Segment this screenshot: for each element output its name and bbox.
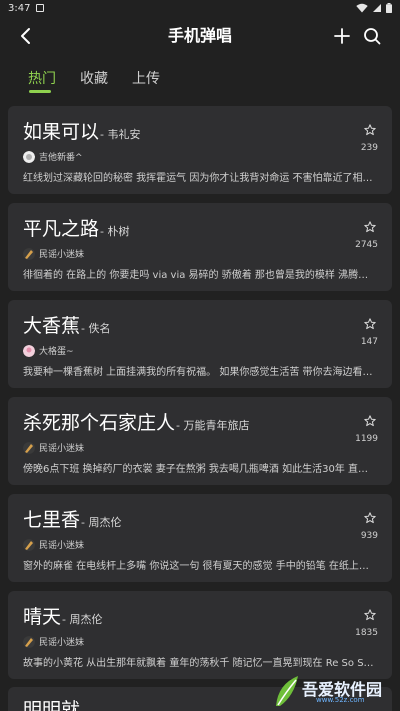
- username: 吉他新番^: [39, 153, 83, 163]
- song-artist: - 朴树: [100, 225, 130, 238]
- tab-upload[interactable]: 上传: [132, 70, 160, 88]
- status-time: 3:47: [8, 2, 31, 14]
- star-icon[interactable]: [364, 512, 376, 524]
- favorite-count: 1199: [355, 434, 378, 444]
- notification-icon: [36, 4, 45, 12]
- song-lyrics-preview: 徘徊着的 在路上的 你要走吗 via via 易碎的 骄傲着 那也曾是我的模样 …: [23, 270, 377, 281]
- song-card[interactable]: 如果可以 - 韦礼安 吉他新番^ 红线划过深藏轮回的秘密 我挥霍运气 因为你才让…: [8, 106, 392, 194]
- song-name: 平凡之路: [23, 218, 100, 240]
- user-avatar: [23, 635, 35, 648]
- song-name: 七里香: [23, 509, 81, 531]
- star-icon[interactable]: [364, 318, 376, 330]
- song-card[interactable]: 晴天 - 周杰伦 民谣小迷妹 故事的小黄花 从出生那年就飘着 童年的荡秋千 随记…: [8, 591, 392, 679]
- song-card[interactable]: 平凡之路 - 朴树 民谣小迷妹 徘徊着的 在路上的 你要走吗 via via 易…: [8, 203, 392, 291]
- song-lyrics-preview: 傍晚6点下班 换掉药厂的衣裳 妻子在熬粥 我去喝几瓶啤酒 如此生活30年 直到…: [23, 464, 377, 475]
- tab-favorites[interactable]: 收藏: [80, 70, 108, 88]
- status-bar: 3:47: [0, 0, 400, 16]
- signal-icon: [373, 4, 381, 12]
- app-bar: 手机弹唱: [0, 16, 400, 56]
- user-avatar: [23, 538, 35, 551]
- user-avatar: [23, 441, 35, 454]
- search-icon[interactable]: [362, 26, 382, 46]
- user-avatar: [23, 150, 35, 163]
- song-card[interactable]: 大香蕉 - 佚名 大格蛋~ 我要种一棵香蕉树 上面挂满我的所有祝福。 如果你感觉…: [8, 300, 392, 388]
- song-card[interactable]: 杀死那个石家庄人 - 万能青年旅店 民谣小迷妹 傍晚6点下班 换掉药厂的衣裳 妻…: [8, 397, 392, 485]
- song-name: 大香蕉: [23, 315, 81, 337]
- favorite-count: 147: [360, 337, 378, 347]
- favorite-count: 939: [360, 531, 378, 541]
- favorite-count: 239: [360, 143, 378, 153]
- song-name: 如果可以: [23, 121, 100, 143]
- user-avatar: [23, 344, 35, 357]
- song-artist: - 周杰伦: [81, 516, 122, 529]
- username: 民谣小迷妹: [39, 638, 85, 648]
- add-icon[interactable]: [332, 26, 352, 46]
- song-artist: - 韦礼安: [100, 128, 141, 141]
- song-lyrics-preview: 窗外的麻雀 在电线杆上多嘴 你说这一句 很有夏天的感觉 手中的铅笔 在纸上来…: [23, 561, 377, 572]
- wifi-icon: [356, 3, 368, 13]
- song-lyrics-preview: 故事的小黄花 从出生那年就飘着 童年的荡秋千 随记忆一直晃到现在 Re So S…: [23, 658, 377, 669]
- song-lyrics-preview: 我要种一棵香蕉树 上面挂满我的所有祝福。 如果你感觉生活苦 带你去海边看…: [23, 367, 373, 378]
- username: 大格蛋~: [39, 347, 74, 357]
- song-artist: - 佚名: [81, 322, 111, 335]
- favorite-count: 2745: [355, 240, 378, 250]
- song-artist: - 周杰伦: [62, 613, 103, 626]
- star-icon[interactable]: [364, 415, 376, 427]
- tab-indicator: [29, 90, 51, 93]
- tab-hot[interactable]: 热门: [28, 70, 56, 88]
- song-lyrics-preview: 红线划过深藏轮回的秘密 我挥霍运气 因为你才让我背对命运 不害怕靠近了相…: [23, 173, 373, 184]
- leaf-logo-icon: [276, 676, 298, 706]
- star-icon[interactable]: [364, 609, 376, 621]
- favorite-count: 1835: [355, 628, 378, 638]
- username: 民谣小迷妹: [39, 250, 85, 260]
- song-name: 明明就: [23, 699, 81, 711]
- username: 民谣小迷妹: [39, 541, 85, 551]
- battery-icon: [386, 3, 392, 13]
- star-icon[interactable]: [364, 124, 376, 136]
- song-card[interactable]: 七里香 - 周杰伦 民谣小迷妹 窗外的麻雀 在电线杆上多嘴 你说这一句 很有夏天…: [8, 494, 392, 582]
- tab-bar: 热门 收藏 上传: [0, 66, 400, 96]
- song-artist: - 万能青年旅店: [176, 419, 250, 432]
- user-avatar: [23, 247, 35, 260]
- star-icon[interactable]: [364, 221, 376, 233]
- watermark-url: www.52z.com: [316, 696, 365, 704]
- username: 民谣小迷妹: [39, 444, 85, 454]
- site-watermark: 吾爱软件园 www.52z.com: [272, 672, 396, 710]
- song-name: 晴天: [23, 606, 62, 628]
- song-name: 杀死那个石家庄人: [23, 412, 176, 434]
